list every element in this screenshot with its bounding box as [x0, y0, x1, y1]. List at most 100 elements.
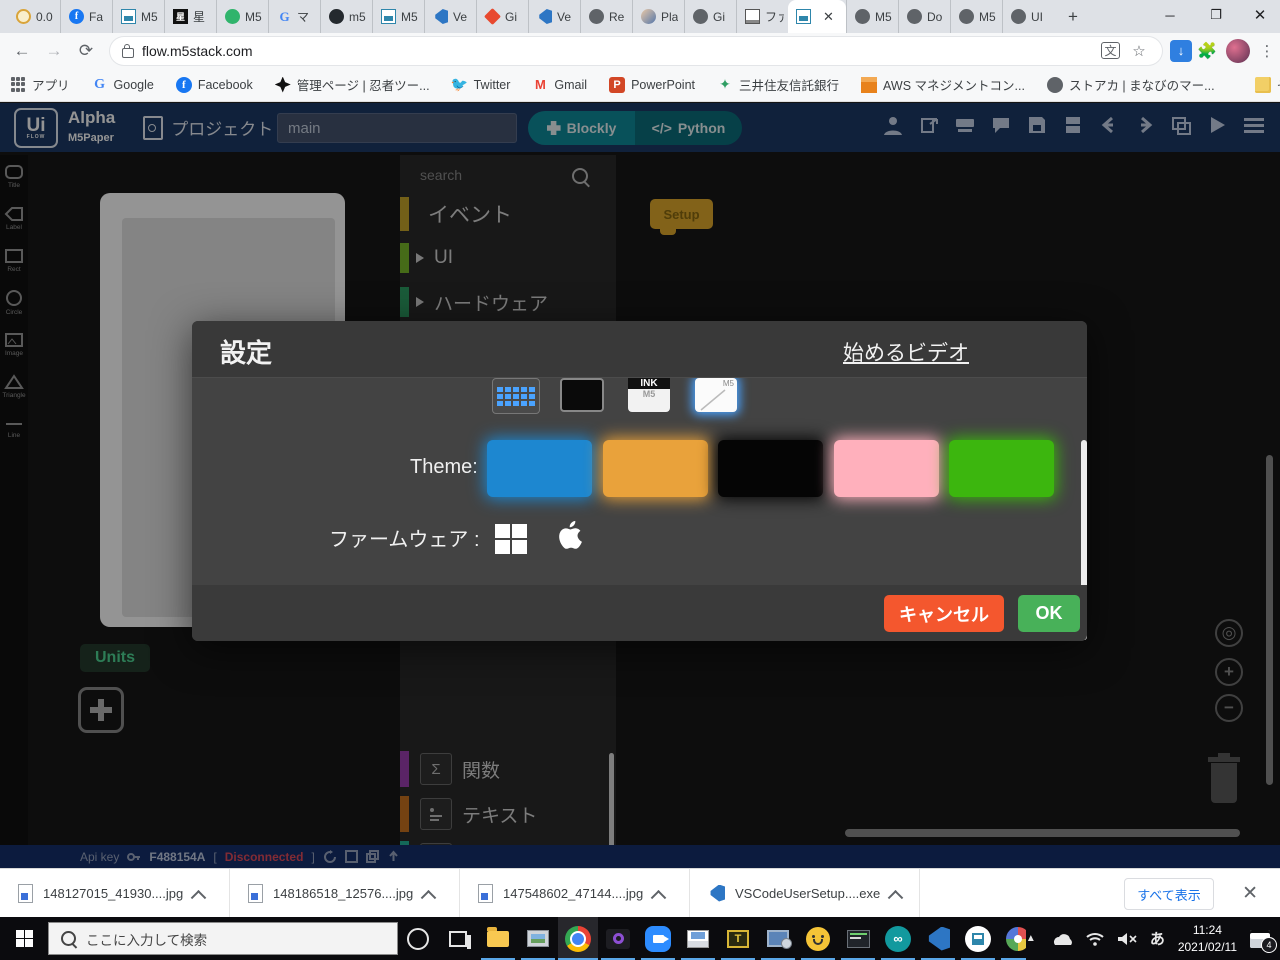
browser-tab[interactable]: UI [1002, 0, 1054, 33]
chevron-up-icon[interactable] [887, 889, 904, 906]
browser-tab[interactable]: 星星 [164, 0, 216, 33]
trash-icon[interactable] [1203, 751, 1245, 803]
downloads-close-icon[interactable]: ✕ [1242, 882, 1258, 905]
undo-icon[interactable] [1098, 114, 1120, 136]
browser-tab[interactable]: Ve [424, 0, 476, 33]
copy-icon[interactable] [365, 850, 379, 863]
show-all-downloads-button[interactable]: すべて表示 [1124, 878, 1214, 910]
notification-center-icon[interactable]: 4 [1250, 929, 1277, 953]
theme-swatch-green[interactable] [949, 440, 1054, 497]
browser-tab[interactable]: ファ [736, 0, 788, 33]
bookmark-item[interactable]: P PowerPoint [609, 76, 695, 93]
hidden-icons-chevron[interactable]: ▲ [1026, 933, 1036, 944]
add-unit-button[interactable] [78, 687, 124, 733]
getting-started-video-link[interactable]: 始めるビデオ [843, 337, 969, 367]
browser-tab[interactable]: M5 [112, 0, 164, 33]
browser-tab[interactable]: 0.0 [8, 0, 60, 33]
category-text[interactable]: テキスト [400, 796, 616, 832]
setup-block[interactable]: Setup [650, 199, 713, 235]
download-item[interactable]: 148127015_41930....jpg [0, 869, 230, 917]
center-view-button[interactable]: ◎ [1215, 619, 1243, 647]
theme-swatch-orange[interactable] [603, 440, 708, 497]
tool-circle[interactable]: Circle [0, 281, 28, 323]
bookmark-item[interactable]: ストアカ | まなびのマー... [1046, 75, 1215, 94]
device-option-faces[interactable] [492, 378, 540, 414]
new-tab-button[interactable]: + [1060, 4, 1086, 30]
device-option-core[interactable] [560, 378, 604, 412]
bookmark-item[interactable]: 🐦 Twitter [451, 76, 511, 93]
taskbar-clock[interactable]: 11:24 2021/02/11 [1178, 922, 1237, 954]
terminal-app-icon[interactable]: T [718, 917, 758, 960]
window-restore-button[interactable]: ❐ [1194, 0, 1238, 30]
system-app-icon[interactable] [758, 917, 798, 960]
tool-title[interactable]: Title [0, 155, 28, 197]
browser-tab[interactable]: Gマ [268, 0, 320, 33]
browser-tab[interactable]: M5 [216, 0, 268, 33]
screenshot-tool-icon[interactable] [598, 917, 638, 960]
theme-swatch-blue[interactable] [487, 440, 592, 497]
redo-icon[interactable] [1134, 114, 1156, 136]
slides-app-icon[interactable] [678, 917, 718, 960]
chat-icon[interactable] [990, 114, 1012, 136]
tool-triangle[interactable]: Triangle [0, 365, 28, 407]
m5burner-app-icon[interactable] [958, 917, 998, 960]
zoom-app-icon[interactable] [638, 917, 678, 960]
browser-tab-active[interactable]: ✕ [788, 0, 846, 33]
browser-tab[interactable]: f Fa [60, 0, 112, 33]
download-item[interactable]: 148186518_12576....jpg [230, 869, 460, 917]
browser-tab[interactable]: Re [580, 0, 632, 33]
palette-search-input[interactable]: search [420, 167, 462, 183]
device-option-coreink[interactable]: INK M5 [628, 378, 670, 412]
extensions-puzzle-icon[interactable]: 🧩 [1192, 41, 1222, 61]
category-event[interactable]: イベント [400, 197, 616, 231]
taskbar-search-input[interactable]: ここに入力して検索 [48, 922, 398, 955]
save-small-icon[interactable] [344, 850, 358, 863]
bookmark-item[interactable]: ✦ 三井住友信託銀行 [717, 75, 839, 94]
start-button[interactable] [0, 917, 48, 960]
tool-line[interactable]: Line [0, 407, 28, 449]
run-icon[interactable] [1206, 114, 1228, 136]
save-icon[interactable] [1026, 114, 1048, 136]
cancel-button[interactable]: キャンセル [884, 595, 1004, 632]
windows-firmware-button[interactable] [495, 524, 527, 554]
refresh-button[interactable]: ⟳ [70, 41, 102, 61]
chevron-up-icon[interactable] [650, 889, 667, 906]
browser-tab[interactable]: M5 [372, 0, 424, 33]
zoom-out-button[interactable]: − [1215, 694, 1243, 722]
browser-tab[interactable]: Pla [632, 0, 684, 33]
photo-viewer-icon[interactable] [518, 917, 558, 960]
apple-firmware-button[interactable] [557, 519, 583, 551]
bookmark-star-icon[interactable]: ☆ [1128, 42, 1150, 60]
project-menu[interactable]: プロジェクト [143, 115, 273, 140]
vscode-app-icon[interactable] [918, 917, 958, 960]
upload-icon[interactable] [387, 850, 400, 863]
bookmark-item[interactable]: G Google [92, 77, 154, 93]
browser-tab[interactable]: M5 [950, 0, 1002, 33]
wifi-icon[interactable] [1086, 932, 1104, 946]
back-button[interactable]: ← [6, 41, 38, 61]
chrome-menu-icon[interactable]: ⋮ [1254, 42, 1280, 60]
browser-tab[interactable]: m5 [320, 0, 372, 33]
arduino-icon[interactable]: ∞ [878, 917, 918, 960]
canvas-vertical-scrollbar[interactable] [1266, 455, 1273, 785]
blockly-mode-button[interactable]: Blockly [528, 111, 635, 145]
dev-monitor-app-icon[interactable] [838, 917, 878, 960]
task-view-button[interactable] [438, 917, 478, 960]
ok-button[interactable]: OK [1018, 595, 1080, 632]
python-mode-button[interactable]: </> Python [635, 111, 742, 145]
tool-image[interactable]: Image [0, 323, 28, 365]
menu-icon[interactable] [1242, 114, 1266, 136]
volume-muted-icon[interactable] [1117, 932, 1137, 946]
bookmark-item[interactable]: AWS マネジメントコン... [861, 75, 1025, 94]
translate-icon[interactable]: 文 [1101, 42, 1120, 59]
user-icon[interactable] [882, 114, 904, 136]
bookmark-item[interactable]: f Facebook [175, 76, 253, 93]
project-name-input[interactable] [277, 113, 517, 143]
download-item[interactable]: VSCodeUserSetup....exe [690, 869, 920, 917]
address-bar[interactable]: flow.m5stack.com 文 ☆ [110, 36, 1162, 65]
canvas-horizontal-scrollbar[interactable] [845, 829, 1240, 837]
bookmark-item[interactable]: アプリ [10, 75, 70, 94]
theme-swatch-pink[interactable] [834, 440, 939, 497]
profile-avatar[interactable] [1226, 38, 1250, 63]
chrome-icon[interactable] [558, 917, 598, 960]
